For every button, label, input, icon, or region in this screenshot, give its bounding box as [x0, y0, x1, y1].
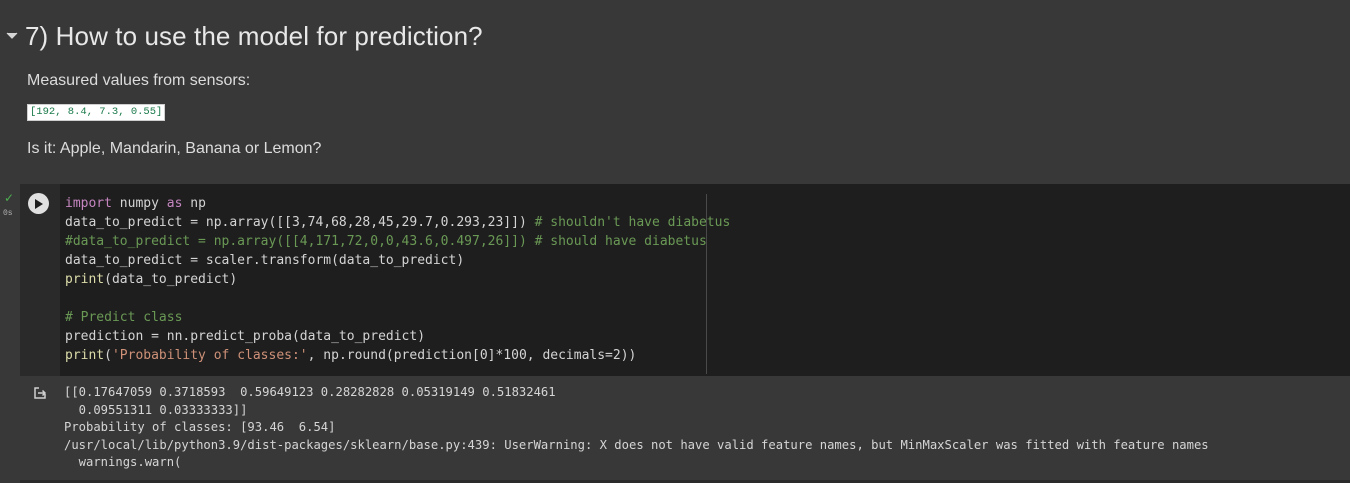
code-line[interactable]: print('Probability of classes:', np.roun…: [65, 346, 730, 365]
code-token: import: [65, 196, 112, 211]
output-line: Probability of classes: [93.46 6.54]: [64, 420, 336, 435]
output-line: 0.09551311 0.03333333]]: [64, 402, 248, 417]
code-line[interactable]: print(data_to_predict): [65, 270, 730, 289]
section-heading: 7) How to use the model for prediction?: [0, 14, 483, 58]
output-arrow-icon[interactable]: [33, 386, 47, 400]
code-line[interactable]: data_to_predict = np.array([[3,74,68,28,…: [65, 213, 730, 232]
markdown-paragraph-question: Is it: Apple, Mandarin, Banana or Lemon?: [27, 140, 322, 157]
play-icon: [35, 198, 43, 209]
code-token: (data_to_predict): [104, 272, 238, 287]
output-text: [[0.17647059 0.3718593 0.59649123 0.2828…: [64, 384, 1209, 472]
code-line[interactable]: # Predict class: [65, 308, 730, 327]
code-token: numpy: [111, 196, 167, 211]
code-token: data_to_predict = np.array([[3,74,68,28,…: [65, 215, 535, 230]
markdown-paragraph-sensors: Measured values from sensors:: [27, 72, 251, 89]
code-line[interactable]: prediction = nn.predict_proba(data_to_pr…: [65, 327, 730, 346]
output-line: [[0.17647059 0.3718593 0.59649123 0.2828…: [64, 385, 556, 399]
run-cell-button[interactable]: [28, 193, 49, 214]
code-token: print: [65, 272, 105, 287]
code-token: data_to_predict = scaler.transform(data_…: [65, 253, 465, 268]
code-token: print: [65, 348, 105, 363]
code-token: # Predict class: [65, 310, 183, 325]
code-editor[interactable]: import numpy as np data_to_predict = np.a…: [65, 194, 730, 365]
output-line: /usr/local/lib/python3.9/dist-packages/s…: [64, 437, 1209, 452]
code-token: , np.round(prediction[0]*100, decimals=2…: [307, 348, 637, 363]
code-token: np: [182, 196, 206, 211]
code-token: #data_to_predict = np.array([[4,171,72,0…: [65, 234, 707, 249]
code-token: as: [166, 196, 183, 211]
code-line[interactable]: data_to_predict = scaler.transform(data_…: [65, 251, 730, 270]
check-icon: ✓: [4, 191, 15, 205]
code-token: (: [104, 348, 112, 363]
execution-time: 0s: [3, 209, 13, 218]
caret-down-icon[interactable]: [0, 14, 26, 58]
inline-code-values: [192, 8.4, 7.3, 0.55]: [27, 104, 166, 121]
section-title: 7) How to use the model for prediction?: [25, 20, 483, 51]
code-line[interactable]: ​: [65, 289, 730, 308]
editor-ruler: [706, 194, 707, 374]
code-token: # shouldn't have diabetus: [534, 215, 731, 230]
code-token: prediction = nn.predict_proba(data_to_pr…: [65, 329, 426, 344]
code-token: 'Probability of classes:': [111, 348, 308, 363]
output-line: warnings.warn(: [64, 455, 182, 470]
code-line[interactable]: import numpy as np: [65, 194, 730, 213]
code-line[interactable]: #data_to_predict = np.array([[4,171,72,0…: [65, 232, 730, 251]
